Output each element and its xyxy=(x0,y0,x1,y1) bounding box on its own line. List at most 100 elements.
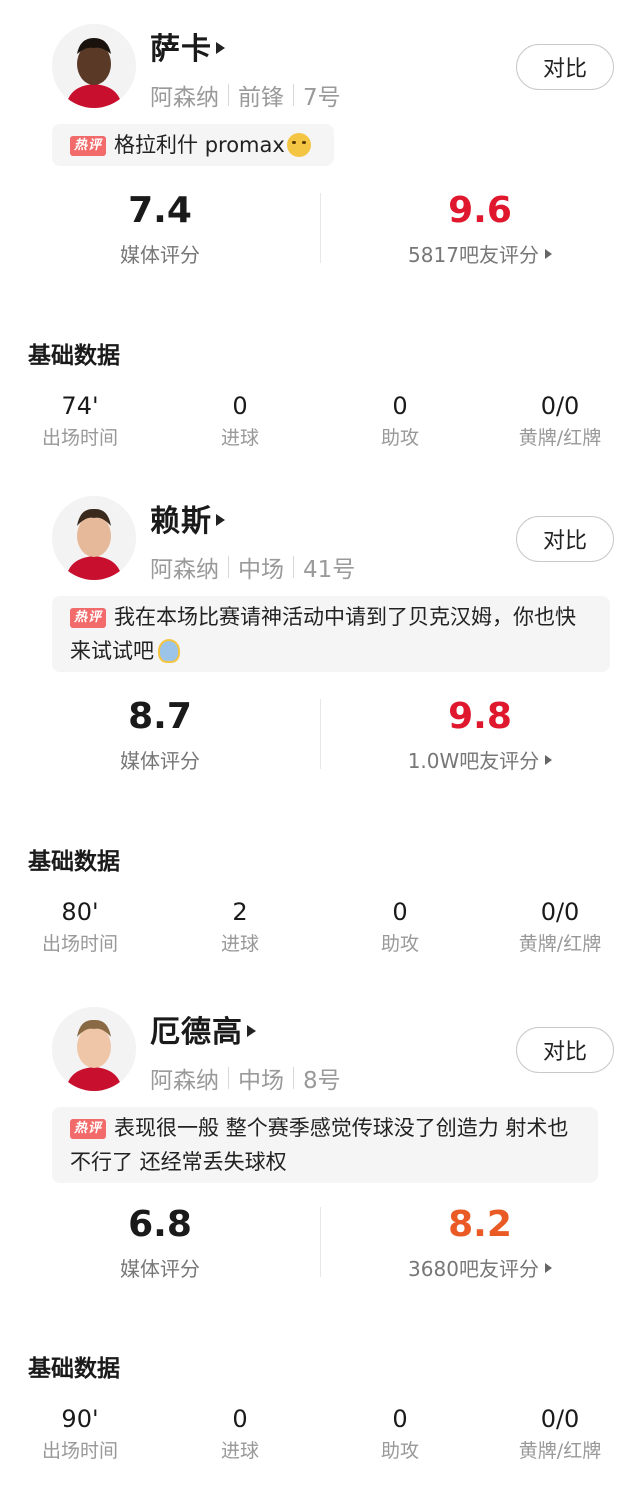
fan-rating[interactable]: 8.2 3680吧友评分 xyxy=(320,1203,640,1282)
player-avatar[interactable] xyxy=(52,496,136,580)
compare-button[interactable]: 对比 xyxy=(516,1027,614,1073)
crying-laughing-emoji-icon xyxy=(286,133,311,157)
stat-label: 进球 xyxy=(220,427,259,449)
player-name: 萨卡 xyxy=(150,32,212,67)
hot-comment-text: 表现很一般 整个赛季感觉传球没了创造力 射术也不行了 还经常丢失球权 xyxy=(70,1116,569,1174)
stat-label: 黄牌/红牌 xyxy=(518,427,602,449)
hot-comment[interactable]: 热评 我在本场比赛请神活动中请到了贝克汉姆，你也快来试试吧 xyxy=(52,596,610,672)
stat-minutes: 90' 出场时间 xyxy=(0,1404,160,1463)
arrow-right-icon xyxy=(544,1262,552,1273)
hot-comment-text: 我在本场比赛请神活动中请到了贝克汉姆，你也快来试试吧 xyxy=(70,605,577,663)
arrow-right-icon xyxy=(216,42,225,54)
stat-goals: 0 进球 xyxy=(160,391,320,450)
media-rating-value: 8.7 xyxy=(128,696,192,737)
player-photo-icon xyxy=(52,496,136,580)
ratings: 7.4 媒体评分 9.6 5817吧友评分 xyxy=(0,189,640,269)
fan-rating-value: 8.2 xyxy=(448,1204,512,1245)
hot-comment-badge: 热评 xyxy=(70,136,107,156)
arrow-right-icon xyxy=(544,248,552,259)
divider xyxy=(293,556,294,578)
hot-comment-badge: 热评 xyxy=(70,608,107,628)
player-position: 中场 xyxy=(238,1068,284,1094)
team-name: 阿森纳 xyxy=(150,85,219,111)
fan-rating-value: 9.8 xyxy=(448,696,512,737)
stat-value: 0 xyxy=(232,392,248,420)
stat-label: 出场时间 xyxy=(41,933,118,955)
media-rating-value: 7.4 xyxy=(128,190,192,231)
divider xyxy=(228,556,229,578)
player-photo-icon xyxy=(52,24,136,108)
stat-assists: 0 助攻 xyxy=(320,897,480,956)
team-name: 阿森纳 xyxy=(150,1068,219,1094)
stat-value: 0/0 xyxy=(540,1405,580,1433)
stat-label: 助攻 xyxy=(380,427,419,449)
stat-label: 进球 xyxy=(220,933,259,955)
stat-cards: 0/0 黄牌/红牌 xyxy=(480,1404,640,1463)
fan-rating-count: 3680吧友评分 xyxy=(408,1257,539,1281)
hot-comment-text: 格拉利什 promax xyxy=(114,133,285,157)
team-name: 阿森纳 xyxy=(150,557,219,583)
player-name: 厄德高 xyxy=(150,1015,243,1050)
player-name-link[interactable]: 厄德高 xyxy=(150,1007,256,1051)
basic-stats: 90' 出场时间 0 进球 0 助攻 0/0 黄牌/红牌 xyxy=(0,1404,640,1468)
stat-label: 黄牌/红牌 xyxy=(518,1440,602,1462)
stat-minutes: 74' 出场时间 xyxy=(0,391,160,450)
stat-cards: 0/0 黄牌/红牌 xyxy=(480,897,640,956)
player-avatar[interactable] xyxy=(52,1007,136,1091)
fan-rating-count: 1.0W吧友评分 xyxy=(407,749,540,773)
divider xyxy=(293,1067,294,1089)
media-rating-label: 媒体评分 xyxy=(120,1257,200,1281)
compare-button[interactable]: 对比 xyxy=(516,44,614,90)
fan-rating-value: 9.6 xyxy=(448,190,512,231)
ratings: 6.8 媒体评分 8.2 3680吧友评分 xyxy=(0,1203,640,1283)
fan-rating[interactable]: 9.8 1.0W吧友评分 xyxy=(320,695,640,774)
player-card-saka: 萨卡 阿森纳 前锋 7号 对比 热评 格拉利什 promax 7.4 媒体评分 9… xyxy=(0,0,640,507)
praying-person-emoji-icon xyxy=(158,639,180,663)
hot-comment[interactable]: 热评 表现很一般 整个赛季感觉传球没了创造力 射术也不行了 还经常丢失球权 xyxy=(52,1107,598,1183)
stat-label: 助攻 xyxy=(380,933,419,955)
fan-rating-label: 3680吧友评分 xyxy=(320,1253,640,1282)
fan-rating-label: 5817吧友评分 xyxy=(320,239,640,268)
player-position: 前锋 xyxy=(238,85,284,111)
player-position: 中场 xyxy=(238,557,284,583)
fan-rating[interactable]: 9.6 5817吧友评分 xyxy=(320,189,640,268)
arrow-right-icon xyxy=(216,514,225,526)
media-rating-value: 6.8 xyxy=(128,1204,192,1245)
media-rating: 6.8 媒体评分 xyxy=(0,1203,320,1282)
stat-value: 0/0 xyxy=(540,898,580,926)
divider xyxy=(293,84,294,106)
stat-assists: 0 助攻 xyxy=(320,1404,480,1463)
compare-button[interactable]: 对比 xyxy=(516,516,614,562)
player-photo-icon xyxy=(52,1007,136,1091)
divider xyxy=(228,84,229,106)
media-rating: 7.4 媒体评分 xyxy=(0,189,320,268)
stat-value: 0 xyxy=(392,392,408,420)
stat-goals: 0 进球 xyxy=(160,1404,320,1463)
section-title-basic-stats: 基础数据 xyxy=(28,343,120,369)
stat-value: 0/0 xyxy=(540,392,580,420)
player-name-link[interactable]: 赖斯 xyxy=(150,496,225,540)
stat-value: 90' xyxy=(61,1405,99,1433)
stat-goals: 2 进球 xyxy=(160,897,320,956)
player-card-odegaard: 厄德高 阿森纳 中场 8号 对比 热评 表现很一般 整个赛季感觉传球没了创造力 射… xyxy=(0,983,640,1490)
divider xyxy=(228,1067,229,1089)
hot-comment[interactable]: 热评 格拉利什 promax xyxy=(52,124,334,166)
media-rating: 8.7 媒体评分 xyxy=(0,695,320,774)
stat-cards: 0/0 黄牌/红牌 xyxy=(480,391,640,450)
player-name-link[interactable]: 萨卡 xyxy=(150,24,225,68)
arrow-right-icon xyxy=(545,754,553,765)
stat-value: 0 xyxy=(392,1405,408,1433)
player-avatar[interactable] xyxy=(52,24,136,108)
stat-value: 74' xyxy=(61,392,99,420)
arrow-right-icon xyxy=(247,1025,256,1037)
basic-stats: 74' 出场时间 0 进球 0 助攻 0/0 黄牌/红牌 xyxy=(0,391,640,455)
stat-value: 0 xyxy=(232,1405,248,1433)
player-meta: 阿森纳 中场 8号 xyxy=(150,1061,341,1095)
shirt-number: 7号 xyxy=(303,85,341,111)
stat-value: 0 xyxy=(392,898,408,926)
stat-minutes: 80' 出场时间 xyxy=(0,897,160,956)
hot-comment-badge: 热评 xyxy=(70,1119,107,1139)
stat-label: 助攻 xyxy=(380,1440,419,1462)
player-card-rice: 赖斯 阿森纳 中场 41号 对比 热评 我在本场比赛请神活动中请到了贝克汉姆，你也… xyxy=(0,472,640,979)
media-rating-label: 媒体评分 xyxy=(120,243,200,267)
